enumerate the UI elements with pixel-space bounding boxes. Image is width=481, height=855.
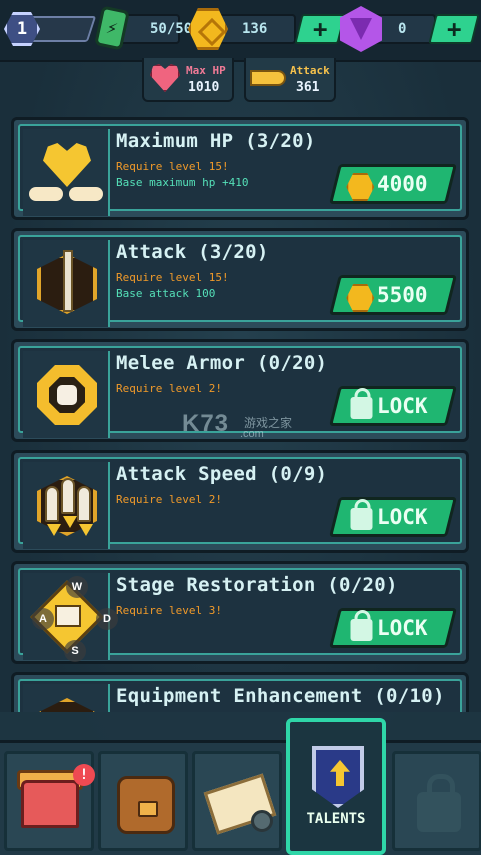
padlock-icon [417,774,461,832]
lock-icon [350,619,373,641]
key-s-overlay[interactable]: S [64,640,86,662]
rocket-icon [45,486,59,522]
bottom-nav: ! [0,740,481,855]
lock-label: LOCK [376,505,428,529]
talent-requirement: Require level 2! [116,382,222,395]
coin-value: 136 [242,21,268,37]
talent-card: Maximum HP (3/20) Require level 15! Base… [11,117,469,220]
bullet-icon [250,70,286,86]
talent-list[interactable]: Maximum HP (3/20) Require level 15! Base… [0,105,481,712]
talent-title: Attack Speed (0/9) [116,463,328,485]
shop-icon [21,780,79,828]
max-hp-label: Max HP [186,64,226,77]
upgrade-cost-button[interactable]: 5500 [329,275,457,315]
talent-title: Equipment Enhancement (0/10) [116,685,445,707]
rocket-icon [61,478,75,514]
lock-label: LOCK [376,616,428,640]
player-level[interactable]: 1 [4,12,97,46]
gold-heart-wings-icon [43,143,91,187]
talent-icon-panel [23,462,110,549]
talent-icon-panel [23,129,110,216]
backpack-icon [117,776,175,834]
attack-stat: Attack 361 [244,58,336,102]
talent-card: Melee Armor (0/20) Require level 2! LOCK [11,339,469,442]
add-coins-button[interactable]: + [294,14,346,44]
key-d-overlay[interactable]: D [96,608,118,630]
talent-title: Attack (3/20) [116,241,269,263]
locked-button[interactable]: LOCK [329,608,457,648]
compass-icon [251,810,273,832]
talent-requirement: Require level 2! [116,493,222,506]
gem-icon [340,6,382,52]
rocket-icon [77,486,91,522]
key-a-overlay[interactable]: A [32,608,54,630]
wing-icon [69,187,103,201]
talent-icon-panel [23,684,110,712]
watermark-url: .com [240,428,264,440]
coin-icon [346,284,374,312]
watermark: K73 [182,410,230,437]
key-w-overlay[interactable]: W [66,576,88,598]
talent-base-value: Base attack 100 [116,287,216,300]
top-resource-bar: 1 50/50 ⚡ 136 + 0 + [0,0,481,62]
nav-shop[interactable]: ! [4,751,95,851]
talent-title: Stage Restoration (0/20) [116,574,398,596]
sword-icon [63,250,73,312]
talent-icon-panel [23,240,110,327]
talent-title: Maximum HP (3/20) [116,130,316,152]
lock-label: LOCK [376,394,428,418]
wing-icon [29,187,63,201]
nav-map[interactable] [192,751,282,851]
level-number: 1 [16,19,28,39]
talent-base-value: Base maximum hp +410 [116,176,249,189]
upgrade-cost-label: 4000 [376,172,428,196]
nav-locked[interactable] [392,751,481,851]
flame-icon [79,524,93,536]
add-gems-button[interactable]: + [428,14,480,44]
bottom-divider [0,712,481,742]
upgrade-cost-button[interactable]: 4000 [329,164,457,204]
fist-icon [57,385,77,405]
talent-icon-panel [23,351,110,438]
nav-talents[interactable]: TALENTS [286,718,386,855]
talent-card: Attack (3/20) Require level 15! Base att… [11,228,469,331]
nav-inventory[interactable] [98,751,188,851]
talent-card: Attack Speed (0/9) Require level 2! LOCK [11,450,469,553]
max-hp-value: 1010 [188,80,220,95]
lock-icon [350,397,373,419]
gem-value: 0 [398,21,407,37]
medal-icon [37,698,97,712]
heart-icon [150,64,180,92]
book-icon [55,605,81,627]
notification-badge: ! [73,764,95,786]
lock-icon [350,508,373,530]
talent-requirement: Require level 3! [116,604,222,617]
locked-button[interactable]: LOCK [329,386,457,426]
talent-requirement: Require level 15! [116,160,229,173]
max-hp-stat: Max HP 1010 [142,58,234,102]
talent-requirement: Require level 15! [116,271,229,284]
locked-button[interactable]: LOCK [329,497,457,537]
upgrade-cost-label: 5500 [376,283,428,307]
attack-label: Attack [290,64,330,77]
nav-talents-label: TALENTS [306,811,366,827]
coin-icon [346,173,374,201]
energy-value: 50/50 [150,21,193,37]
talent-card: Equipment Enhancement (0/10) [11,672,469,712]
attack-value: 361 [296,80,320,95]
talent-title: Melee Armor (0/20) [116,352,328,374]
